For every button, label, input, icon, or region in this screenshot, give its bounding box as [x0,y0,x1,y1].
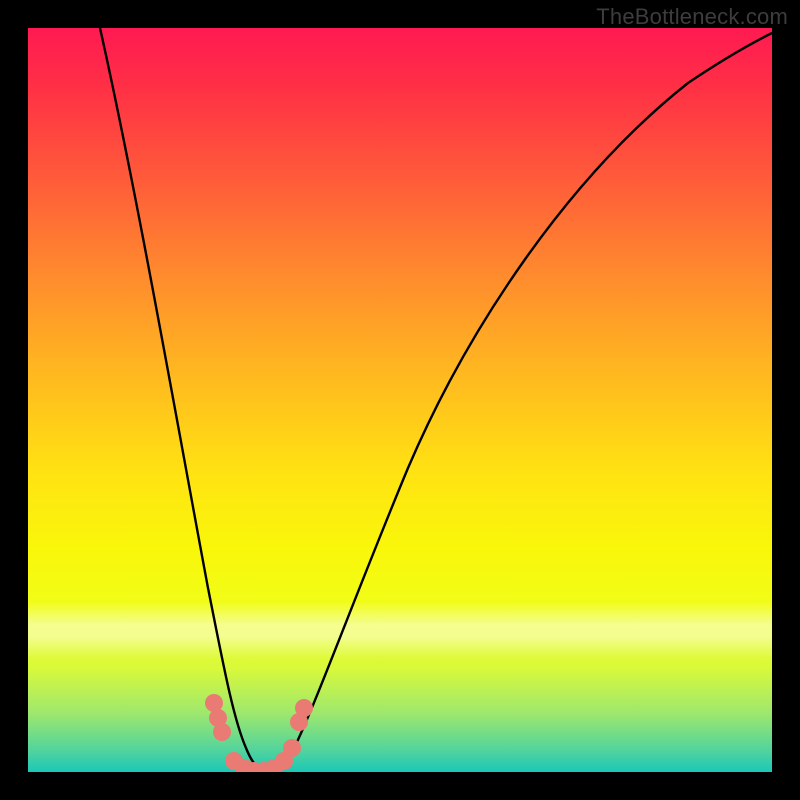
plot-area [28,28,772,772]
bottleneck-curve [100,28,772,770]
curve-layer [28,28,772,772]
trough-markers [205,694,313,772]
watermark-text: TheBottleneck.com [596,4,788,30]
chart-frame: TheBottleneck.com [0,0,800,800]
